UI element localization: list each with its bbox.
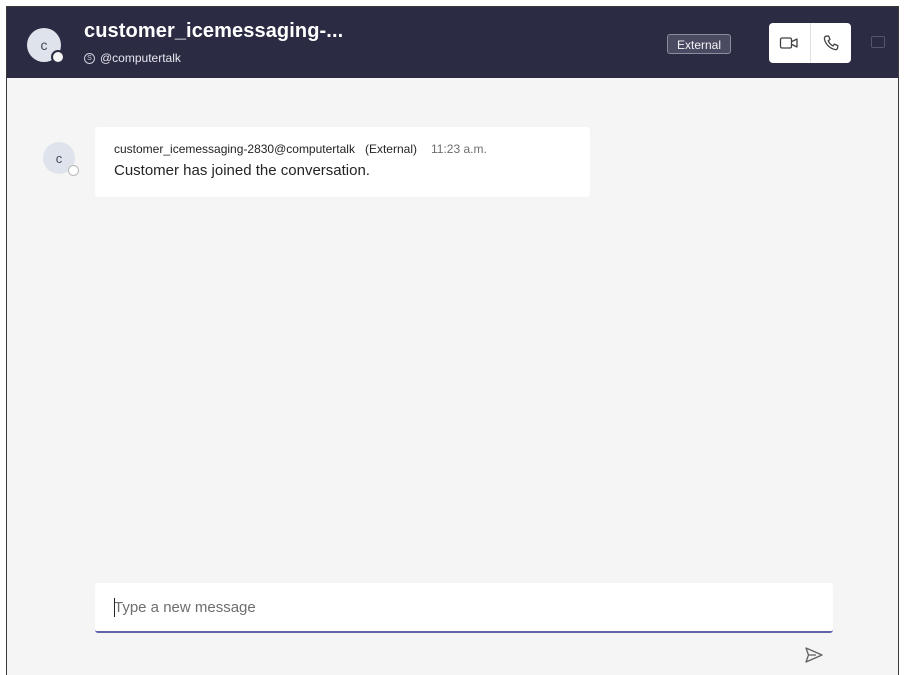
chat-window: c customer_icemessaging-... S @computert… bbox=[6, 6, 899, 675]
video-camera-icon bbox=[780, 37, 798, 49]
avatar[interactable]: c bbox=[27, 28, 65, 64]
audio-call-button[interactable] bbox=[809, 23, 852, 63]
video-call-button[interactable] bbox=[769, 23, 810, 63]
panel-icon[interactable] bbox=[871, 36, 885, 48]
presence-status-icon bbox=[51, 50, 65, 64]
send-icon bbox=[805, 647, 823, 663]
sender-avatar-initial: c bbox=[55, 150, 63, 166]
chat-subtitle-text: @computertalk bbox=[100, 51, 181, 65]
message-input[interactable] bbox=[95, 583, 833, 631]
phone-icon bbox=[823, 35, 839, 51]
skype-icon: S bbox=[84, 52, 95, 64]
message-meta: customer_icemessaging-2830@computertalk … bbox=[114, 142, 571, 156]
call-buttons bbox=[769, 23, 851, 63]
sender-avatar[interactable]: c bbox=[43, 142, 79, 176]
chat-header: c customer_icemessaging-... S @computert… bbox=[7, 7, 898, 78]
message-sender[interactable]: customer_icemessaging-2830@computertalk bbox=[114, 142, 355, 156]
message-bubble: customer_icemessaging-2830@computertalk … bbox=[95, 127, 590, 197]
message-text: Customer has joined the conversation. bbox=[114, 162, 370, 179]
chat-title[interactable]: customer_icemessaging-... bbox=[84, 20, 343, 43]
chat-subtitle: S @computertalk bbox=[84, 51, 181, 65]
text-caret bbox=[114, 598, 115, 617]
compose-box bbox=[95, 583, 833, 633]
external-badge: External bbox=[667, 34, 732, 54]
send-button[interactable] bbox=[802, 643, 826, 667]
message-external-tag: (External) bbox=[364, 142, 417, 156]
presence-status-icon bbox=[68, 165, 79, 176]
avatar-initial: c bbox=[40, 37, 48, 53]
message-timestamp: 11:23 a.m. bbox=[430, 142, 487, 156]
message-item: c customer_icemessaging-2830@computertal… bbox=[7, 127, 898, 207]
